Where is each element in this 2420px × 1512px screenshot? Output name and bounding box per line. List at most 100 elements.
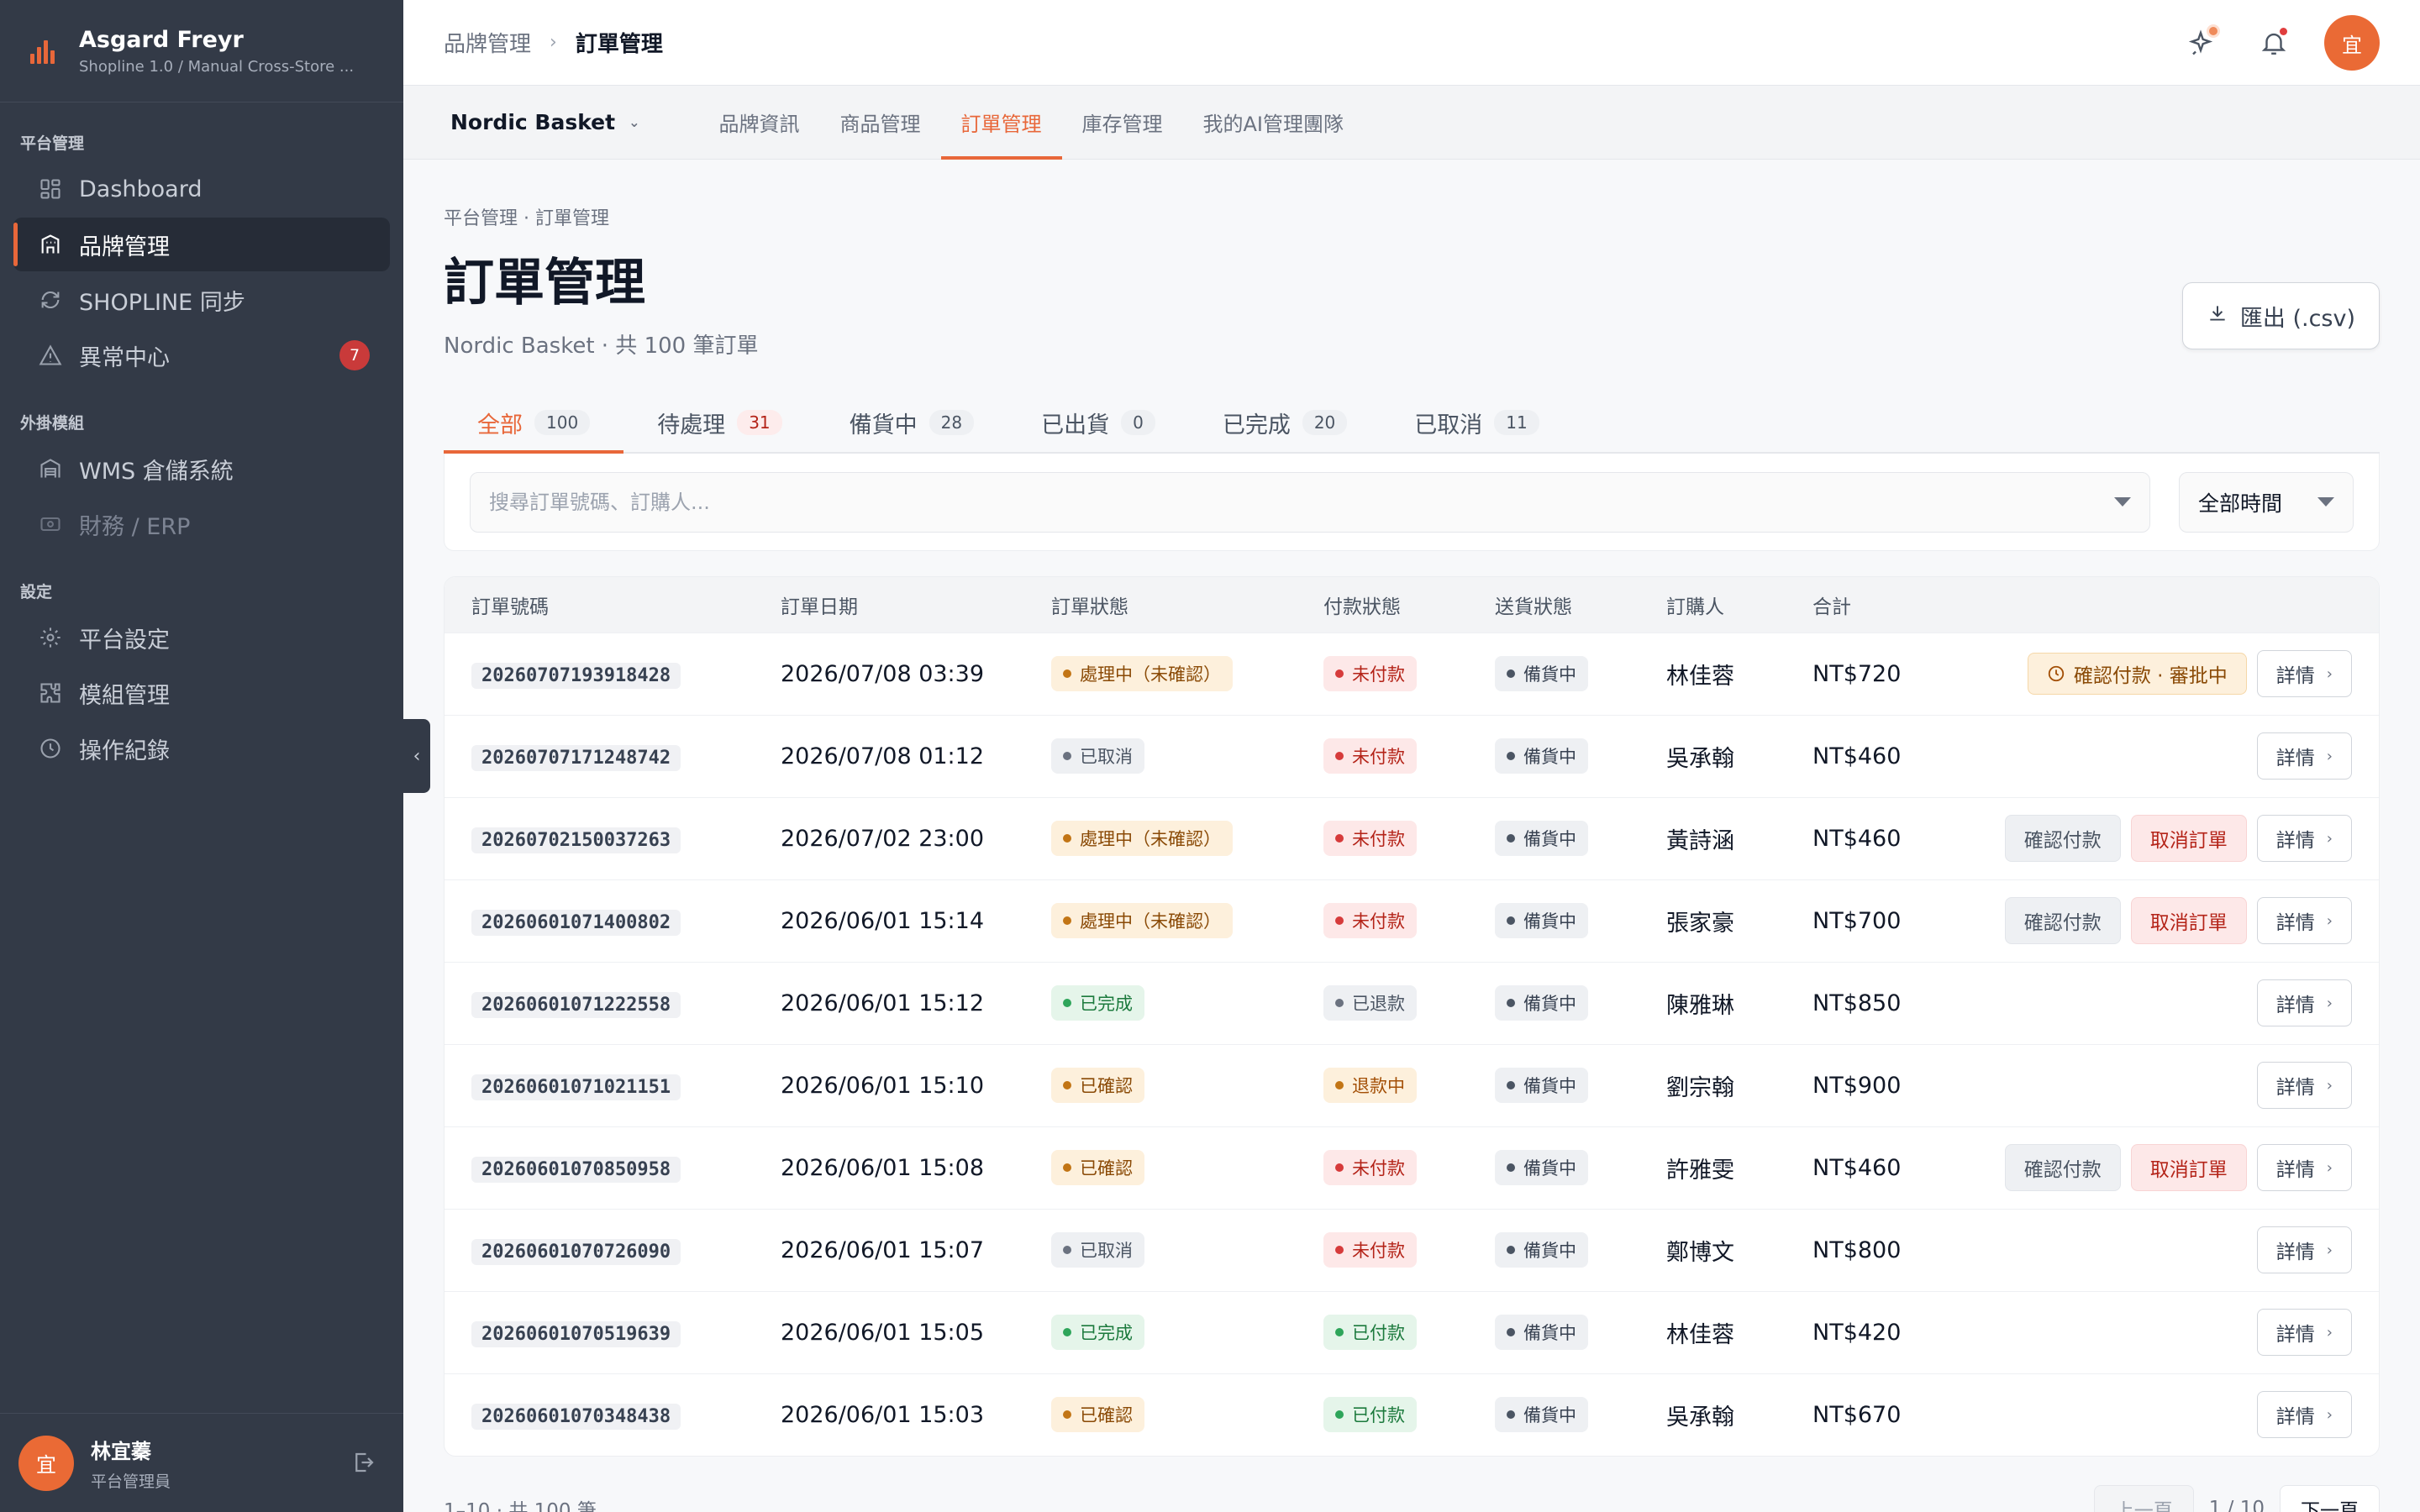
tab-shipped[interactable]: 已出貨 0 xyxy=(1007,407,1189,452)
table-row[interactable]: 20260707193918428 2026/07/08 03:39 處理中（未確認… xyxy=(445,632,2379,715)
sidebar-item-dashboard[interactable]: Dashboard xyxy=(13,162,390,216)
sidebar-item-platform-settings[interactable]: 平台設定 xyxy=(13,611,390,664)
tab-products[interactable]: 商品管理 xyxy=(820,86,941,160)
order-id[interactable]: 20260707171248742 xyxy=(471,744,681,771)
status-dot xyxy=(1507,1081,1515,1089)
cancel-order-button[interactable]: 取消訂單 xyxy=(2130,897,2247,944)
brand-selector-value: Nordic Basket xyxy=(450,110,616,134)
details-button[interactable]: 詳情 › xyxy=(2256,732,2352,780)
table-row[interactable]: 20260601070519639 2026/06/01 15:05 已完成 已付款 備… xyxy=(445,1290,2379,1373)
tab-ai-team[interactable]: 我的AI管理團隊 xyxy=(1183,86,1365,160)
details-button[interactable]: 詳情 › xyxy=(2256,1226,2352,1273)
table-header-row: 訂單號碼 訂單日期 訂單狀態 付款狀態 送貨狀態 訂購人 合計 xyxy=(445,577,2379,633)
app-brand[interactable]: Asgard Freyr Shopline 1.0 / Manual Cross… xyxy=(0,0,403,102)
tab-orders[interactable]: 訂單管理 xyxy=(940,86,1062,160)
tab-completed[interactable]: 已完成 20 xyxy=(1189,407,1381,452)
order-id[interactable]: 20260601070726090 xyxy=(471,1238,681,1265)
bell-icon[interactable] xyxy=(2254,23,2294,63)
details-button[interactable]: 詳情 › xyxy=(2256,1391,2352,1439)
table-row[interactable]: 20260601071222558 2026/06/01 15:12 已完成 已退款 備… xyxy=(445,961,2379,1044)
table-row[interactable]: 20260601070726090 2026/06/01 15:07 已取消 未付款 備… xyxy=(445,1208,2379,1291)
cancel-order-button[interactable]: 取消訂單 xyxy=(2130,815,2247,862)
tab-brand-info[interactable]: 品牌資訊 xyxy=(699,86,820,160)
export-csv-button[interactable]: 匯出 (.csv) xyxy=(2181,282,2380,349)
sidebar-item-wms[interactable]: WMS 倉儲系統 xyxy=(13,442,390,496)
sidebar-item-brand[interactable]: 品牌管理 xyxy=(13,218,390,271)
shipping-status-badge: 備貨中 xyxy=(1495,1315,1588,1350)
tab-cancelled[interactable]: 已取消 11 xyxy=(1381,407,1572,452)
table-row[interactable]: 20260601070348438 2026/06/01 15:03 已確認 已付款 備… xyxy=(445,1373,2379,1456)
details-button[interactable]: 詳情 › xyxy=(2256,1144,2352,1191)
sidebar-item-shopline-sync[interactable]: SHOPLINE 同步 xyxy=(13,273,390,327)
brand-selector[interactable]: Nordic Basket ⌄ xyxy=(450,110,640,134)
sidebar-item-label: 操作紀錄 xyxy=(79,738,170,764)
sync-icon xyxy=(37,286,64,313)
tab-label: 備貨中 xyxy=(849,412,918,438)
caret-down-icon[interactable] xyxy=(2114,497,2131,507)
next-page-button[interactable]: 下一頁 xyxy=(2280,1485,2380,1512)
prev-page-button[interactable]: 上一頁 xyxy=(2093,1485,2194,1512)
row-actions: 確認付款 取消訂單 詳情 › xyxy=(1954,1126,2379,1209)
table-row[interactable]: 20260601070850958 2026/06/01 15:08 已確認 未付款 備… xyxy=(445,1126,2379,1209)
details-button[interactable]: 詳情 › xyxy=(2256,650,2352,697)
tab-pending[interactable]: 待處理 31 xyxy=(623,407,815,452)
confirm-payment-button[interactable]: 確認付款 xyxy=(2004,815,2121,862)
avatar[interactable]: 宜 xyxy=(2324,15,2380,71)
search-combobox[interactable] xyxy=(470,471,2150,533)
details-button[interactable]: 詳情 › xyxy=(2256,815,2352,862)
shipping-status-cell: 備貨中 xyxy=(1468,1043,1639,1126)
shipping-status-badge: 備貨中 xyxy=(1495,1068,1588,1103)
order-id[interactable]: 20260601070850958 xyxy=(471,1156,681,1183)
approval-pending-badge[interactable]: 確認付款 · 審批中 xyxy=(2027,653,2247,695)
tab-all[interactable]: 全部 100 xyxy=(444,407,624,454)
tab-inventory[interactable]: 庫存管理 xyxy=(1062,86,1183,160)
tab-preparing[interactable]: 備貨中 28 xyxy=(816,407,1007,452)
payment-status-cell: 未付款 xyxy=(1297,1208,1468,1291)
details-button[interactable]: 詳情 › xyxy=(2256,979,2352,1026)
tab-label: 待處理 xyxy=(657,412,726,438)
order-id[interactable]: 20260601071021151 xyxy=(471,1074,681,1100)
order-id[interactable]: 20260707193918428 xyxy=(471,662,681,689)
table-row[interactable]: 20260601071021151 2026/06/01 15:10 已確認 退款中 備… xyxy=(445,1043,2379,1126)
row-actions: 詳情 › xyxy=(1954,1373,2379,1456)
details-button[interactable]: 詳情 › xyxy=(2256,897,2352,944)
order-id[interactable]: 20260601070519639 xyxy=(471,1320,681,1347)
sidebar-item-activity-log[interactable]: 操作紀錄 xyxy=(13,722,390,775)
time-range-select[interactable]: 全部時間 xyxy=(2179,471,2354,533)
order-id[interactable]: 20260601071400802 xyxy=(471,909,681,936)
status-dot xyxy=(1507,1410,1515,1420)
exception-count-badge: 7 xyxy=(339,340,370,370)
order-id[interactable]: 20260702150037263 xyxy=(471,827,681,853)
logout-icon[interactable] xyxy=(351,1450,378,1477)
details-button[interactable]: 詳情 › xyxy=(2256,1309,2352,1356)
payment-status-label: 退款中 xyxy=(1352,1076,1405,1096)
ai-sparkle-icon[interactable] xyxy=(2183,23,2223,63)
brand-subnav: Nordic Basket ⌄ 品牌資訊 商品管理 訂單管理 庫存管理 我的AI… xyxy=(403,86,2420,160)
avatar[interactable]: 宜 xyxy=(18,1435,74,1491)
sidebar-item-label: 平台設定 xyxy=(79,627,170,654)
building-icon xyxy=(37,231,64,258)
details-label: 詳情 xyxy=(2275,1242,2315,1263)
status-dot xyxy=(1063,916,1071,925)
table-row[interactable]: 20260707171248742 2026/07/08 01:12 已取消 未付款 備… xyxy=(445,714,2379,797)
breadcrumb-brand[interactable]: 品牌管理 xyxy=(444,27,531,58)
order-status-badge: 已取消 xyxy=(1051,738,1144,774)
time-range-value: 全部時間 xyxy=(2198,491,2283,516)
search-input[interactable] xyxy=(489,490,2114,514)
sidebar-item-exceptions[interactable]: 異常中心 7 xyxy=(13,328,390,382)
gear-icon xyxy=(37,624,64,651)
order-status-label: 已取消 xyxy=(1080,1241,1133,1261)
status-dot xyxy=(1507,1246,1515,1254)
confirm-payment-button[interactable]: 確認付款 xyxy=(2004,1144,2121,1191)
table-row[interactable]: 20260702150037263 2026/07/02 23:00 處理中（未確認… xyxy=(445,796,2379,879)
confirm-payment-button[interactable]: 確認付款 xyxy=(2004,897,2121,944)
order-id[interactable]: 20260601070348438 xyxy=(471,1403,681,1430)
cancel-order-button[interactable]: 取消訂單 xyxy=(2130,1144,2247,1191)
order-id[interactable]: 20260601071222558 xyxy=(471,991,681,1018)
tab-label: 已取消 xyxy=(1414,412,1483,438)
sidebar-collapse-button[interactable]: ‹ xyxy=(403,719,430,793)
sidebar-item-module-management[interactable]: 模組管理 xyxy=(13,666,390,720)
details-button[interactable]: 詳情 › xyxy=(2256,1062,2352,1109)
buyer-name: 吳承翰 xyxy=(1639,714,1786,797)
table-row[interactable]: 20260601071400802 2026/06/01 15:14 處理中（未確認… xyxy=(445,879,2379,962)
